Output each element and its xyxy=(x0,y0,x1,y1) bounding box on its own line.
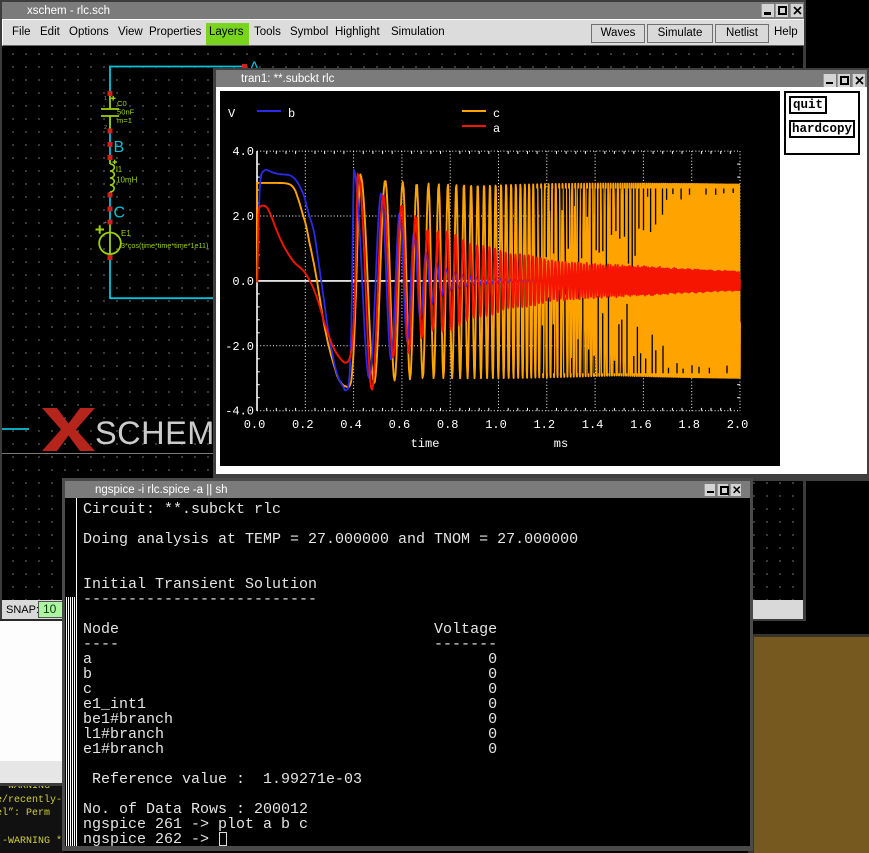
svg-text:+: + xyxy=(104,220,107,226)
svg-text:1: 1 xyxy=(104,96,107,102)
svg-text:4.0: 4.0 xyxy=(232,145,254,159)
svg-text:2.0: 2.0 xyxy=(727,418,749,432)
svg-text:0.8: 0.8 xyxy=(437,418,459,432)
svg-text:B: B xyxy=(114,139,125,156)
svg-text:time: time xyxy=(411,437,440,451)
svg-text:1.4: 1.4 xyxy=(582,418,604,432)
svg-text:b: b xyxy=(288,107,295,121)
svg-text:a: a xyxy=(493,122,500,136)
svg-text:0.2: 0.2 xyxy=(292,418,314,432)
svg-text:-2.0: -2.0 xyxy=(225,340,254,354)
svg-text:l1: l1 xyxy=(116,165,123,174)
svg-text:C: C xyxy=(114,205,126,222)
svg-text:1.6: 1.6 xyxy=(630,418,652,432)
svg-text:2: 2 xyxy=(104,125,107,131)
svg-text:0.6: 0.6 xyxy=(389,418,411,432)
svg-text:m=1: m=1 xyxy=(117,116,132,125)
svg-text:1.0: 1.0 xyxy=(485,418,507,432)
svg-text:E1: E1 xyxy=(121,229,131,238)
svg-text:1.2: 1.2 xyxy=(533,418,555,432)
svg-text:2.0: 2.0 xyxy=(232,210,254,224)
svg-text:3*cos(time*time*time*1e11): 3*cos(time*time*time*1e11) xyxy=(121,241,208,250)
svg-text:V: V xyxy=(228,107,236,121)
svg-text:10mH: 10mH xyxy=(116,176,138,185)
svg-text:c: c xyxy=(493,107,500,121)
svg-text:1.8: 1.8 xyxy=(678,418,700,432)
svg-text:0.0: 0.0 xyxy=(244,418,266,432)
svg-text:0.4: 0.4 xyxy=(340,418,362,432)
svg-text:0.0: 0.0 xyxy=(232,275,254,289)
svg-text:ms: ms xyxy=(554,437,568,451)
svg-text:-4.0: -4.0 xyxy=(225,405,254,419)
svg-text:SCHEM: SCHEM xyxy=(95,415,215,451)
